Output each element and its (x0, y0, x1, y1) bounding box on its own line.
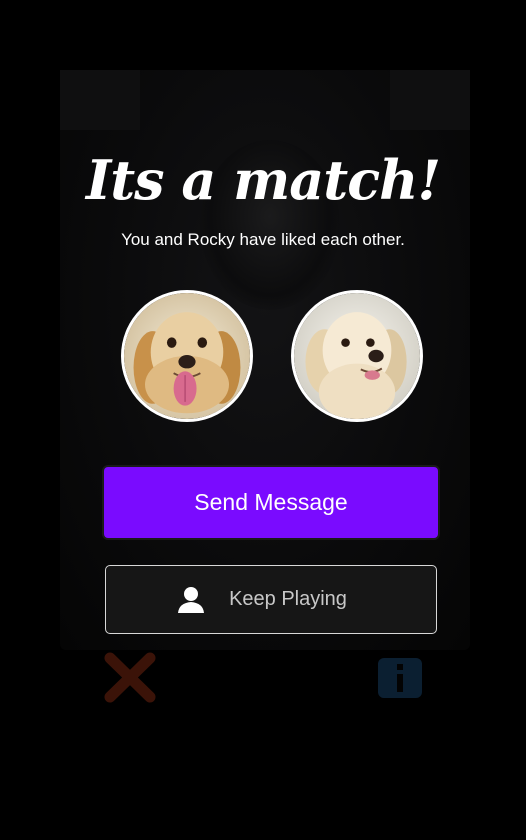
match-subtitle: You and Rocky have liked each other. (121, 230, 405, 249)
my-dog-avatar (121, 290, 253, 422)
keep-playing-button[interactable]: Keep Playing (105, 565, 437, 634)
match-dog-avatar (291, 290, 423, 422)
dislike-icon (104, 652, 156, 703)
golden-retriever-image (124, 293, 250, 419)
keep-playing-label: Keep Playing (229, 588, 347, 610)
background-decor (390, 70, 470, 130)
match-screen: Its a match! You and Rocky have liked ea… (0, 0, 526, 840)
send-message-button[interactable]: Send Message (104, 467, 438, 538)
match-title: Its a match! (85, 148, 441, 212)
background-decor (60, 70, 140, 130)
info-icon (378, 658, 422, 698)
send-message-label: Send Message (194, 489, 348, 515)
person-icon (178, 586, 205, 613)
cream-retriever-image (294, 293, 420, 419)
